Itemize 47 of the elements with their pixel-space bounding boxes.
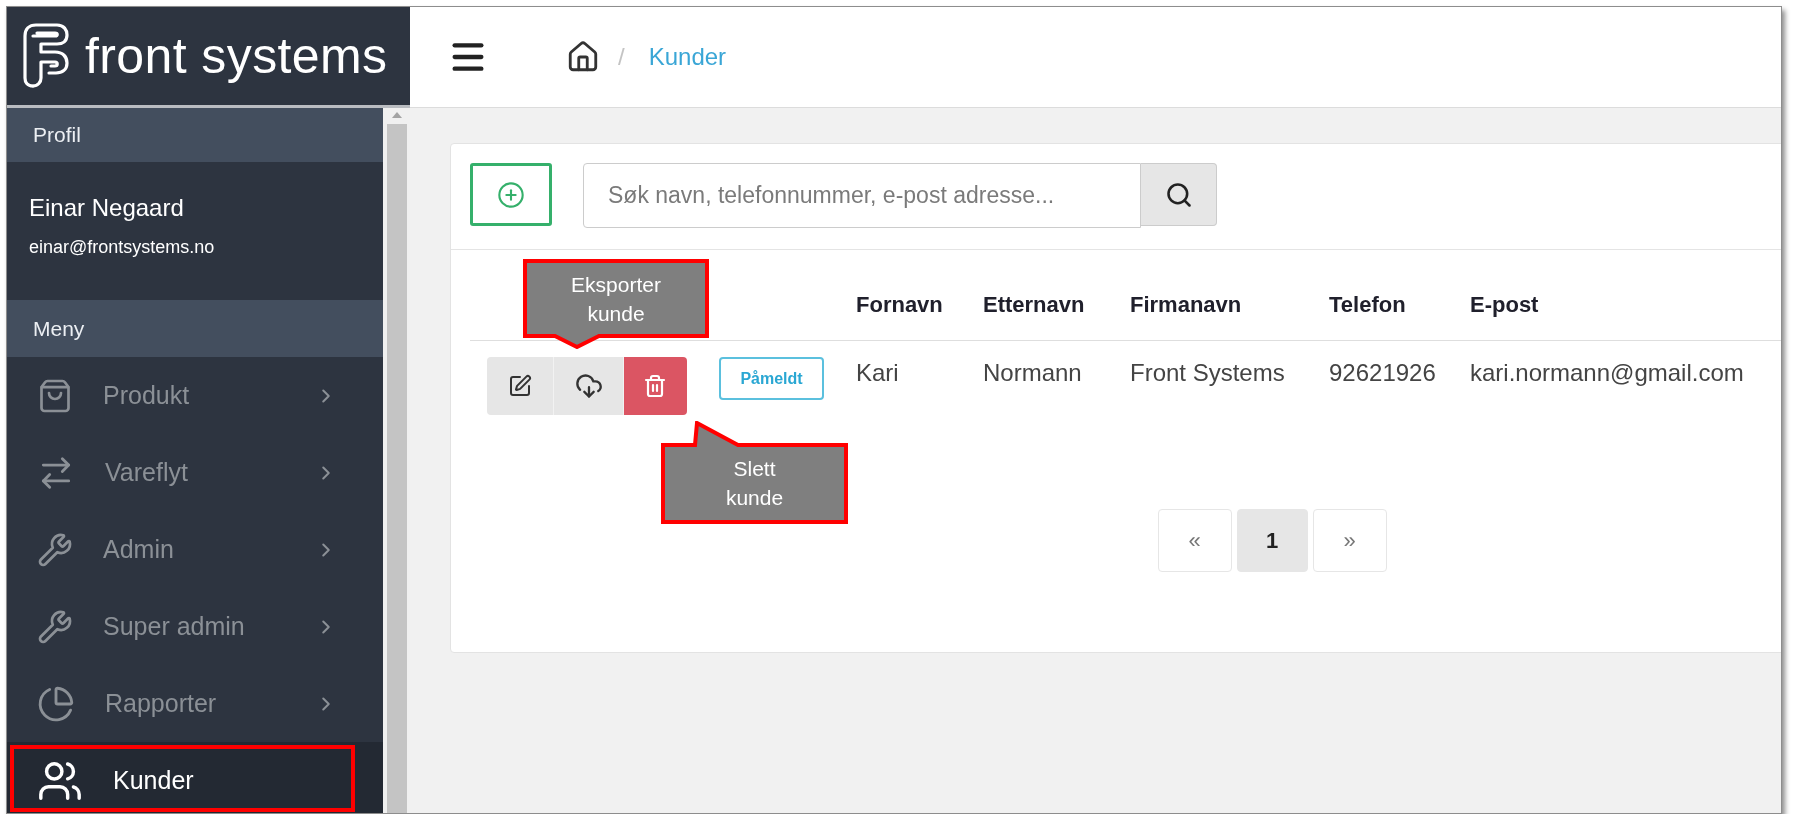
wrench-icon	[37, 531, 73, 568]
logo-icon	[21, 22, 71, 90]
sidebar-item[interactable]: Vareflyt	[7, 434, 383, 511]
table-cell-text: 92621926	[1329, 358, 1436, 387]
sidebar-section-header: Profil	[7, 108, 383, 162]
edit-icon	[508, 374, 532, 398]
logo-text: front systems	[85, 28, 388, 84]
wrench-icon	[37, 608, 73, 645]
search-button[interactable]	[1141, 163, 1217, 226]
plus-circle-icon	[497, 180, 525, 209]
pie-chart-icon	[37, 684, 75, 723]
add-button[interactable]	[470, 163, 552, 226]
sidebar-item[interactable]: Produkt	[7, 357, 383, 434]
trash-icon	[643, 374, 667, 398]
export-button[interactable]	[554, 357, 624, 415]
callout: Eksporter kunde	[523, 259, 709, 349]
table-cell-text: kari.normann@gmail.com	[1470, 358, 1744, 387]
breadcrumb-current[interactable]: Kunder	[648, 42, 727, 72]
sidebar-item[interactable]: Kunder	[7, 742, 383, 813]
sidebar-item[interactable]: Super admin	[7, 588, 383, 665]
sidebar-section-header: Meny	[7, 300, 383, 357]
column-header: Fornavn	[856, 291, 943, 319]
home-icon[interactable]	[566, 40, 600, 74]
column-header: Firmanavn	[1130, 291, 1242, 319]
delete-button[interactable]	[624, 357, 687, 415]
bag-icon	[37, 377, 73, 414]
sidebar-item[interactable]: Admin	[7, 511, 383, 588]
breadcrumb-separator: /	[618, 42, 625, 72]
user-email: einar@frontsystems.no	[29, 236, 215, 259]
sidebar-item[interactable]: Rapporter	[7, 665, 383, 742]
column-header: Etternavn	[983, 291, 1085, 319]
table-cell-text: Normann	[983, 358, 1082, 387]
user-name: Einar Negaard	[29, 193, 184, 223]
next-page-button[interactable]: »	[1312, 509, 1387, 572]
table-cell-text: Front Systems	[1130, 358, 1285, 387]
scrollbar-thumb[interactable]	[386, 124, 407, 813]
column-header: E-post	[1470, 291, 1539, 319]
table-cell-text: Kari	[856, 358, 899, 387]
search-field[interactable]: Søk navn, telefonnummer, e-post adresse...	[583, 163, 1141, 228]
search-icon	[1164, 180, 1193, 209]
cloud-download-icon	[574, 372, 603, 400]
edit-button[interactable]	[487, 357, 554, 415]
column-header: Telefon	[1329, 291, 1406, 319]
previous-page-button[interactable]: «	[1157, 509, 1232, 572]
page-button[interactable]: 1	[1236, 509, 1308, 572]
status-badge: Påmeldt	[719, 357, 824, 400]
callout: Slett kunde	[661, 421, 848, 524]
